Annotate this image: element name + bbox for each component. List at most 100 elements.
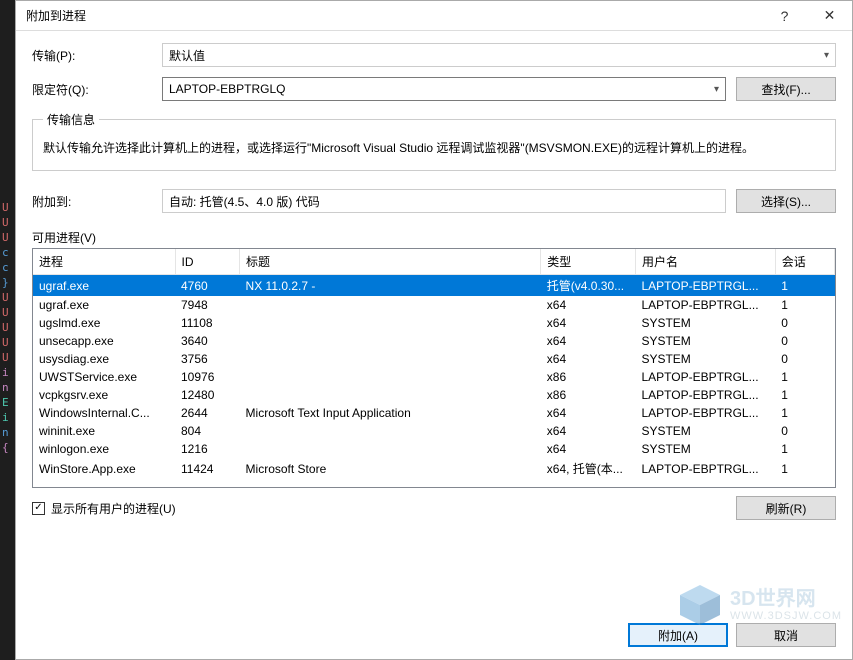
cell-sess: 0 <box>775 314 834 332</box>
attach-to-process-dialog: 附加到进程 ? ✕ 传输(P): 默认值 ▾ 限定符(Q): LAPTOP-EB… <box>15 0 853 660</box>
table-row[interactable]: winlogon.exe1216x64SYSTEM1 <box>33 440 835 458</box>
cell-sess: 1 <box>775 458 834 479</box>
col-type[interactable]: 类型 <box>541 249 636 275</box>
cell-user: SYSTEM <box>635 314 775 332</box>
cell-title: Microsoft Store <box>240 458 541 479</box>
cell-proc: WindowsInternal.C... <box>33 404 175 422</box>
transport-info-group: 传输信息 默认传输允许选择此计算机上的进程，或选择运行"Microsoft Vi… <box>32 111 836 171</box>
table-row[interactable]: WindowsInternal.C...2644Microsoft Text I… <box>33 404 835 422</box>
table-row[interactable]: wininit.exe804x64SYSTEM0 <box>33 422 835 440</box>
table-row[interactable]: UWSTService.exe10976 x86LAPTOP-EBPTRGL...… <box>33 368 835 386</box>
cell-sess: 1 <box>775 404 834 422</box>
cell-title: Microsoft Text Input Application <box>240 404 541 422</box>
cell-sess: 1 <box>775 296 834 314</box>
table-row[interactable]: unsecapp.exe3640 x64SYSTEM0 <box>33 332 835 350</box>
transport-combo[interactable]: 默认值 ▾ <box>162 43 836 67</box>
chevron-down-icon: ▾ <box>714 84 719 95</box>
select-code-type-button[interactable]: 选择(S)... <box>736 189 836 213</box>
cell-type: x64, 托管(本... <box>541 458 636 479</box>
show-all-users-label: 显示所有用户的进程(U) <box>51 500 176 517</box>
cell-sess: 0 <box>775 332 834 350</box>
cell-user: SYSTEM <box>635 332 775 350</box>
cell-type: x64 <box>541 314 636 332</box>
transport-label: 传输(P): <box>32 47 152 64</box>
cell-type: x64 <box>541 350 636 368</box>
table-row[interactable]: ugraf.exe4760NX 11.0.2.7 -托管(v4.0.30...L… <box>33 275 835 297</box>
cell-id: 2644 <box>175 404 240 422</box>
cell-proc: UWSTService.exe <box>33 368 175 386</box>
table-row[interactable]: ugraf.exe7948 x64LAPTOP-EBPTRGL...1 <box>33 296 835 314</box>
cell-type: x64 <box>541 404 636 422</box>
close-icon: ✕ <box>824 7 836 24</box>
cell-title <box>240 368 541 386</box>
table-row[interactable]: ugslmd.exe11108x64SYSTEM0 <box>33 314 835 332</box>
col-title[interactable]: 标题 <box>240 249 541 275</box>
cell-user: SYSTEM <box>635 422 775 440</box>
cell-user: LAPTOP-EBPTRGL... <box>635 404 775 422</box>
process-list[interactable]: 进程 ID 标题 类型 用户名 会话 ugraf.exe4760NX 11.0.… <box>32 248 836 488</box>
cell-title <box>240 296 541 314</box>
cell-sess: 0 <box>775 422 834 440</box>
cell-type: x86 <box>541 368 636 386</box>
col-session[interactable]: 会话 <box>775 249 834 275</box>
cell-title <box>240 332 541 350</box>
cell-proc: unsecapp.exe <box>33 332 175 350</box>
cell-title <box>240 350 541 368</box>
cell-type: x86 <box>541 386 636 404</box>
cell-proc: ugraf.exe <box>33 296 175 314</box>
qualifier-combo[interactable]: LAPTOP-EBPTRGLQ ▾ <box>162 77 726 101</box>
cell-title <box>240 422 541 440</box>
col-user[interactable]: 用户名 <box>635 249 775 275</box>
help-button[interactable]: ? <box>762 1 807 31</box>
cell-proc: ugraf.exe <box>33 275 175 297</box>
cell-user: LAPTOP-EBPTRGL... <box>635 296 775 314</box>
cell-proc: ugslmd.exe <box>33 314 175 332</box>
cell-user: LAPTOP-EBPTRGL... <box>635 368 775 386</box>
transport-info-text: 默认传输允许选择此计算机上的进程，或选择运行"Microsoft Visual … <box>43 138 825 158</box>
col-id[interactable]: ID <box>175 249 240 275</box>
show-all-users-checkbox[interactable]: ✓ 显示所有用户的进程(U) <box>32 500 176 517</box>
cell-sess: 1 <box>775 275 834 297</box>
cell-type: x64 <box>541 422 636 440</box>
cell-id: 10976 <box>175 368 240 386</box>
close-button[interactable]: ✕ <box>807 1 852 31</box>
qualifier-label: 限定符(Q): <box>32 81 152 98</box>
cell-id: 3756 <box>175 350 240 368</box>
cell-id: 804 <box>175 422 240 440</box>
col-process[interactable]: 进程 <box>33 249 175 275</box>
table-row[interactable]: vcpkgsrv.exe12480x86LAPTOP-EBPTRGL...1 <box>33 386 835 404</box>
cell-user: SYSTEM <box>635 350 775 368</box>
attach-button[interactable]: 附加(A) <box>628 623 728 647</box>
cell-sess: 1 <box>775 386 834 404</box>
attach-to-label: 附加到: <box>32 193 152 210</box>
cell-id: 3640 <box>175 332 240 350</box>
transport-info-legend: 传输信息 <box>43 111 99 128</box>
cell-sess: 0 <box>775 350 834 368</box>
cell-proc: usysdiag.exe <box>33 350 175 368</box>
cell-title <box>240 440 541 458</box>
cell-proc: WinStore.App.exe <box>33 458 175 479</box>
cell-id: 11424 <box>175 458 240 479</box>
attach-to-field: 自动: 托管(4.5、4.0 版) 代码 <box>162 189 726 213</box>
table-row[interactable]: usysdiag.exe3756 x64SYSTEM0 <box>33 350 835 368</box>
column-headers[interactable]: 进程 ID 标题 类型 用户名 会话 <box>33 249 835 275</box>
help-icon: ? <box>781 8 789 24</box>
attach-to-value: 自动: 托管(4.5、4.0 版) 代码 <box>169 193 320 210</box>
cancel-button[interactable]: 取消 <box>736 623 836 647</box>
cell-id: 7948 <box>175 296 240 314</box>
cell-type: x64 <box>541 332 636 350</box>
table-row[interactable]: WinStore.App.exe11424Microsoft Storex64,… <box>33 458 835 479</box>
cell-user: SYSTEM <box>635 440 775 458</box>
cell-sess: 1 <box>775 368 834 386</box>
cell-title <box>240 386 541 404</box>
cell-type: x64 <box>541 296 636 314</box>
cell-proc: vcpkgsrv.exe <box>33 386 175 404</box>
titlebar[interactable]: 附加到进程 ? ✕ <box>16 1 852 31</box>
available-processes-label: 可用进程(V) <box>32 231 96 245</box>
refresh-button[interactable]: 刷新(R) <box>736 496 836 520</box>
cell-proc: winlogon.exe <box>33 440 175 458</box>
transport-value: 默认值 <box>169 47 205 64</box>
qualifier-value: LAPTOP-EBPTRGLQ <box>169 82 285 96</box>
cell-user: LAPTOP-EBPTRGL... <box>635 386 775 404</box>
find-button[interactable]: 查找(F)... <box>736 77 836 101</box>
